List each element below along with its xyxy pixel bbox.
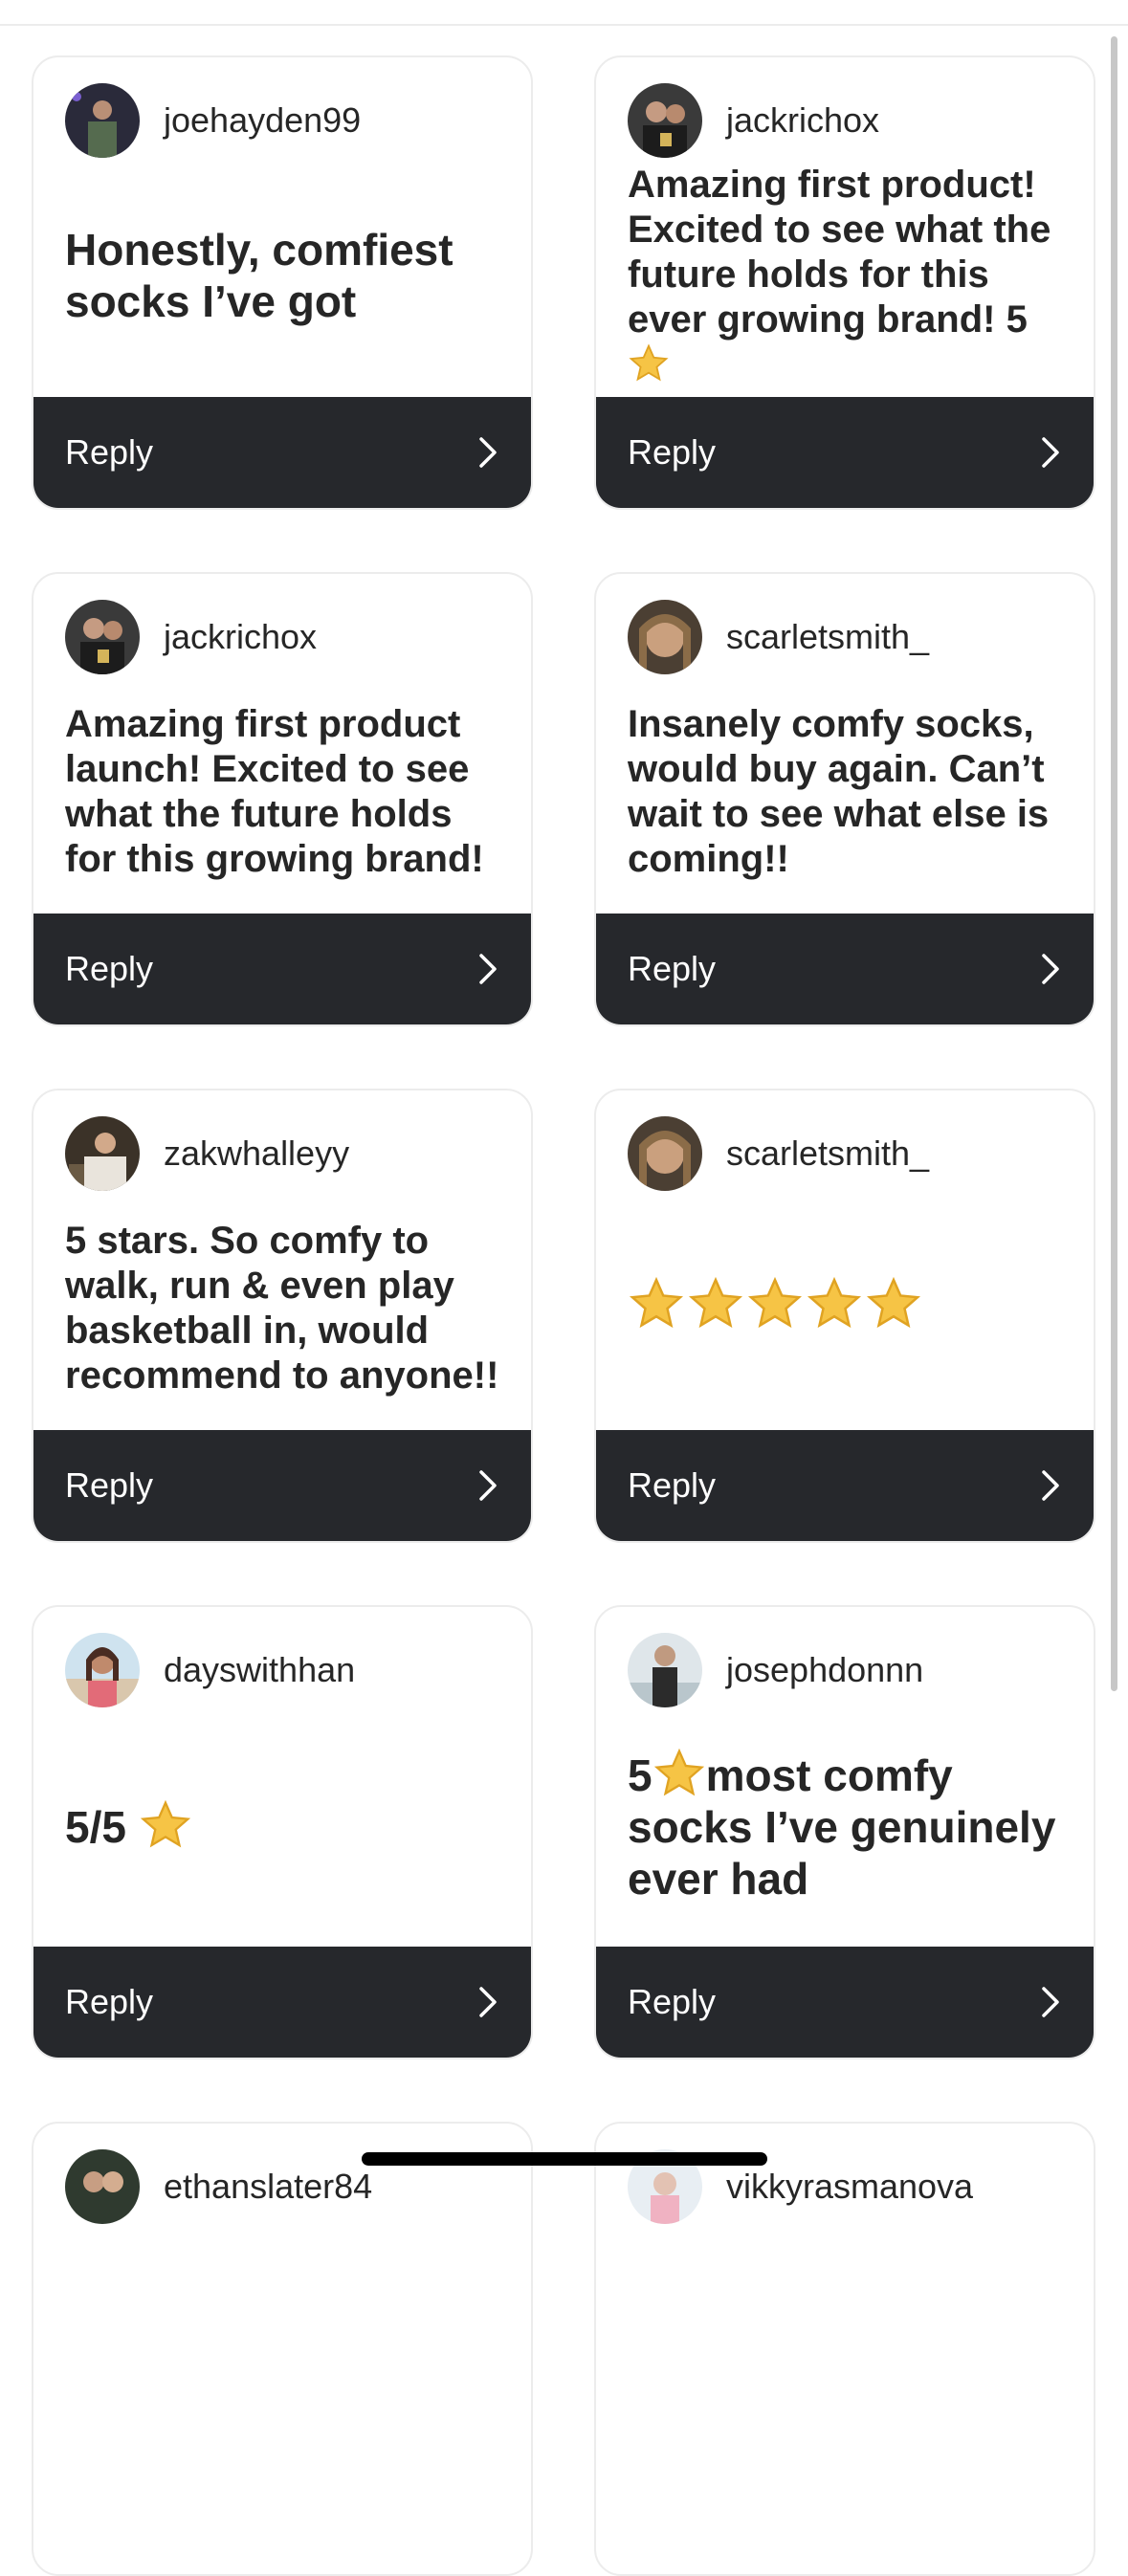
star-emoji-icon: [653, 1748, 704, 1795]
chevron-right-icon: [479, 1987, 497, 2017]
message-text-prefix: 5: [628, 1750, 652, 1800]
top-divider: [0, 24, 1128, 26]
avatar: [628, 1116, 702, 1191]
avatar: [65, 1633, 140, 1707]
username: zakwhalleyy: [164, 1134, 350, 1173]
reply-card: vikkyrasmanova: [594, 2122, 1095, 2576]
reply-card: ethanslater84: [32, 2122, 533, 2576]
reply-card: zakwhalleyy 5 stars. So comfy to walk, r…: [32, 1089, 533, 1543]
chevron-right-icon: [479, 1470, 497, 1501]
scrollbar[interactable]: [1111, 36, 1117, 1691]
avatar: [65, 600, 140, 674]
avatar: [628, 83, 702, 158]
star-emoji-icon: [140, 1799, 190, 1847]
reply-card: josephdonnn 5 most comfy socks I’ve genui…: [594, 1605, 1095, 2059]
reply-button[interactable]: Reply: [33, 1430, 531, 1541]
chevron-right-icon: [1042, 954, 1059, 984]
star-emoji-icon: [629, 1276, 684, 1328]
card-header: scarletsmith_: [628, 600, 929, 674]
username: dayswithhan: [164, 1650, 356, 1689]
chevron-right-icon: [1042, 1987, 1059, 2017]
avatar: [628, 1633, 702, 1707]
message-area: 5 stars. So comfy to walk, run & even pl…: [65, 1213, 502, 1404]
reply-button[interactable]: Reply: [596, 1947, 1094, 2058]
chevron-right-icon: [479, 954, 497, 984]
card-header: joehayden99: [65, 83, 361, 158]
message-text: Amazing first product launch! Excited to…: [65, 703, 484, 880]
message-area: Amazing first product! Excited to see wh…: [628, 164, 1065, 381]
message-area: [628, 1213, 1065, 1404]
reply-label: Reply: [65, 949, 154, 988]
star-emoji-icon: [688, 1276, 743, 1328]
reply-card: jackrichox Amazing first product! Excite…: [594, 55, 1095, 510]
message-text: 5 most comfy socks I’ve genuinely ever ha…: [628, 1747, 1065, 1904]
star-emoji-icon: [866, 1276, 921, 1328]
message-text: Insanely comfy socks, would buy again. C…: [628, 703, 1050, 880]
username: ethanslater84: [164, 2167, 373, 2206]
reply-label: Reply: [628, 1982, 717, 2021]
star-emoji-icon: [629, 342, 669, 381]
message-text-content: 5/5: [65, 1801, 126, 1852]
reply-card: scarletsmith_ Reply: [594, 1089, 1095, 1543]
card-header: jackrichox: [628, 83, 879, 158]
message-text: Amazing first product! Excited to see wh…: [628, 163, 1065, 389]
reply-card: joehayden99 Honestly, comfiest socks I’v…: [32, 55, 533, 510]
message-area: 5/5: [65, 1729, 502, 1921]
card-header: scarletsmith_: [628, 1116, 929, 1191]
reply-button[interactable]: Reply: [33, 1947, 531, 2058]
message-area: 5 most comfy socks I’ve genuinely ever ha…: [628, 1729, 1065, 1921]
reply-label: Reply: [628, 1465, 717, 1505]
reply-label: Reply: [65, 1982, 154, 2021]
reply-button[interactable]: Reply: [596, 1430, 1094, 1541]
username: scarletsmith_: [726, 1134, 930, 1173]
message-area: Honestly, comfiest socks I’ve got: [65, 180, 502, 371]
avatar: [65, 83, 140, 158]
username: vikkyrasmanova: [726, 2167, 974, 2206]
username: jackrichox: [726, 100, 880, 140]
message-text: Honestly, comfiest socks I’ve got: [65, 225, 453, 326]
chevron-right-icon: [1042, 437, 1059, 468]
message-text: 5 stars. So comfy to walk, run & even pl…: [65, 1220, 499, 1397]
star-emoji-icon: [807, 1276, 862, 1328]
avatar: [628, 600, 702, 674]
reply-label: Reply: [628, 949, 717, 988]
message-text-content: Amazing first product! Excited to see wh…: [628, 163, 1051, 341]
star-emoji-icon: [747, 1276, 803, 1328]
rating-stars: [628, 1275, 922, 1343]
reply-button[interactable]: Reply: [33, 914, 531, 1024]
card-header: dayswithhan: [65, 1633, 355, 1707]
chevron-right-icon: [479, 437, 497, 468]
username: joehayden99: [164, 100, 362, 140]
card-header: josephdonnn: [628, 1633, 923, 1707]
avatar: [65, 2149, 140, 2224]
reply-card: dayswithhan 5/5 Reply: [32, 1605, 533, 2059]
username: josephdonnn: [726, 1650, 924, 1689]
card-header: jackrichox: [65, 600, 317, 674]
reply-card: scarletsmith_ Insanely comfy socks, woul…: [594, 572, 1095, 1026]
reply-label: Reply: [65, 1465, 154, 1505]
username: jackrichox: [164, 617, 318, 656]
chevron-right-icon: [1042, 1470, 1059, 1501]
card-header: zakwhalleyy: [65, 1116, 349, 1191]
message-area: Insanely comfy socks, would buy again. C…: [628, 696, 1065, 888]
message-text: 5/5: [65, 1798, 192, 1853]
reply-button[interactable]: Reply: [596, 914, 1094, 1024]
reply-label: Reply: [628, 432, 717, 472]
reply-button[interactable]: Reply: [33, 397, 531, 508]
home-indicator[interactable]: [362, 2152, 767, 2166]
reply-button[interactable]: Reply: [596, 397, 1094, 508]
reply-card: jackrichox Amazing first product launch!…: [32, 572, 533, 1026]
username: scarletsmith_: [726, 617, 930, 656]
reply-label: Reply: [65, 432, 154, 472]
card-header: ethanslater84: [65, 2149, 372, 2224]
avatar: [65, 1116, 140, 1191]
message-area: Amazing first product launch! Excited to…: [65, 696, 502, 888]
